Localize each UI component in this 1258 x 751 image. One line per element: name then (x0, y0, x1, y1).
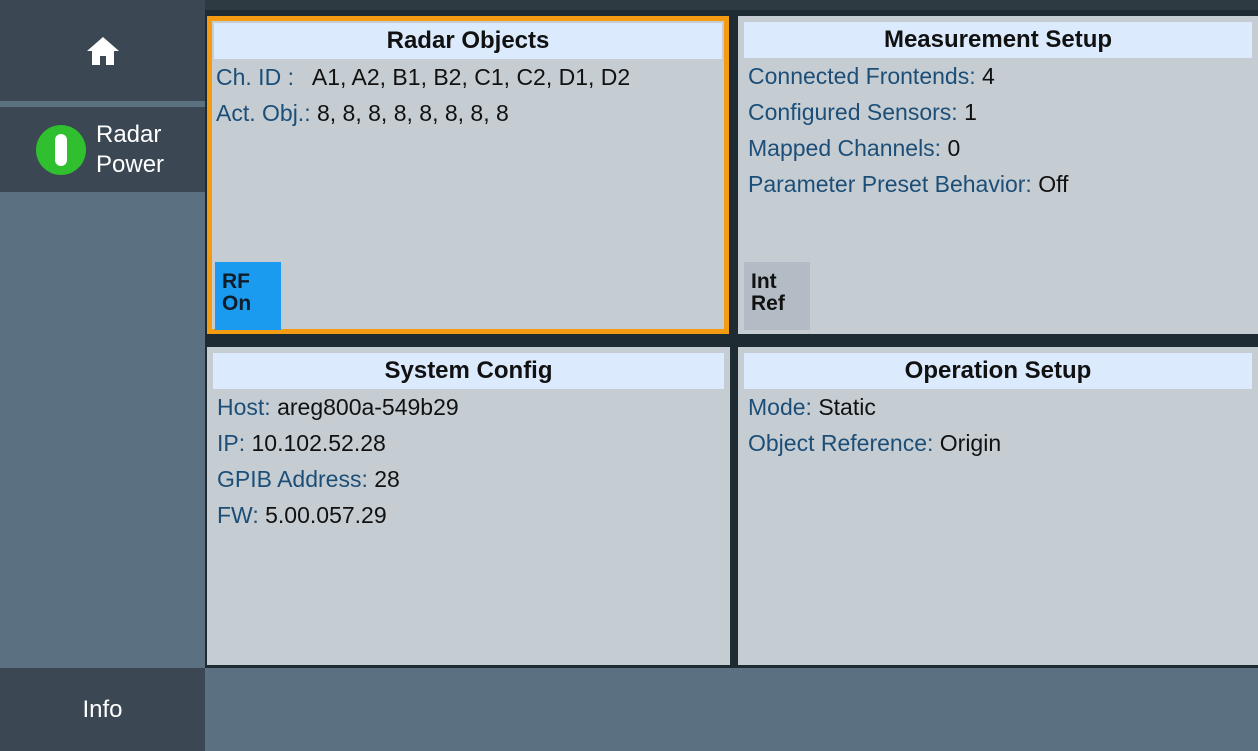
row-value: 1 (964, 99, 977, 125)
row-value: 4 (981, 63, 995, 89)
power-toggle-icon (36, 124, 86, 175)
channel-id-row: Ch. ID : A1, A2, B1, B2, C1, C2, D1, D2 (216, 59, 718, 95)
row-label: Object Reference: (748, 430, 934, 456)
row-label: Ch. ID : (216, 64, 294, 90)
info-row: IP: 10.102.52.28 (217, 425, 724, 461)
row-label: Act. Obj.: (216, 100, 311, 126)
radar-power-label: Radar Power (96, 120, 165, 178)
panel-body: Connected Frontends: 4 Configured Sensor… (748, 58, 1252, 202)
system-config-panel[interactable]: System Config Host: areg800a-549b29 IP: … (207, 347, 730, 665)
panel-body: Ch. ID : A1, A2, B1, B2, C1, C2, D1, D2 … (216, 59, 718, 131)
row-value: 5.00.057.29 (265, 502, 387, 528)
panel-body: Host: areg800a-549b29 IP: 10.102.52.28 G… (217, 389, 724, 533)
info-row: Mode: Static (748, 389, 1252, 425)
panel-title: System Config (213, 353, 724, 389)
home-icon (86, 36, 119, 65)
panel-body: Mode: Static Object Reference: Origin (748, 389, 1252, 461)
info-row: Configured Sensors: 1 (748, 94, 1252, 130)
active-objects-row: Act. Obj.: 8, 8, 8, 8, 8, 8, 8, 8 (216, 95, 718, 131)
radar-objects-panel[interactable]: Radar Objects Ch. ID : A1, A2, B1, B2, C… (207, 16, 729, 334)
radar-power-button[interactable]: Radar Power (0, 107, 205, 192)
int-ref-badge: Int Ref (744, 262, 810, 330)
info-row: Mapped Channels: 0 (748, 130, 1252, 166)
row-label: Parameter Preset Behavior: (748, 171, 1032, 197)
measurement-setup-panel[interactable]: Measurement Setup Connected Frontends: 4… (738, 16, 1258, 334)
info-row: Host: areg800a-549b29 (217, 389, 724, 425)
row-label: Mapped Channels: (748, 135, 942, 161)
row-value: Off (1038, 171, 1069, 197)
row-value: 0 (947, 135, 961, 161)
panel-title: Operation Setup (744, 353, 1252, 389)
row-value: A1, A2, B1, B2, C1, C2, D1, D2 (311, 64, 631, 90)
row-label: Connected Frontends: (748, 63, 976, 89)
row-label: Host: (217, 394, 271, 420)
info-row: Object Reference: Origin (748, 425, 1252, 461)
row-value: 10.102.52.28 (251, 430, 386, 456)
row-label: Configured Sensors: (748, 99, 958, 125)
info-row: FW: 5.00.057.29 (217, 497, 724, 533)
row-label: FW: (217, 502, 259, 528)
panel-title: Radar Objects (214, 23, 722, 59)
info-button[interactable]: Info (0, 668, 205, 751)
row-value: 28 (374, 466, 400, 492)
operation-setup-panel[interactable]: Operation Setup Mode: Static Object Refe… (738, 347, 1258, 665)
row-value: Origin (939, 430, 1002, 456)
rf-on-badge: RF On (215, 262, 281, 330)
sidebar: Radar Power Info (0, 0, 205, 751)
info-row: Connected Frontends: 4 (748, 58, 1252, 94)
info-row: GPIB Address: 28 (217, 461, 724, 497)
row-value: Static (818, 394, 876, 420)
row-value: 8, 8, 8, 8, 8, 8, 8, 8 (316, 100, 509, 126)
row-value: areg800a-549b29 (277, 394, 459, 420)
info-row: Parameter Preset Behavior: Off (748, 166, 1252, 202)
home-button[interactable] (0, 0, 205, 101)
row-label: GPIB Address: (217, 466, 368, 492)
bottom-bar (205, 668, 1258, 751)
row-label: Mode: (748, 394, 812, 420)
row-label: IP: (217, 430, 246, 456)
panel-title: Measurement Setup (744, 22, 1252, 58)
top-strip (205, 0, 1258, 10)
